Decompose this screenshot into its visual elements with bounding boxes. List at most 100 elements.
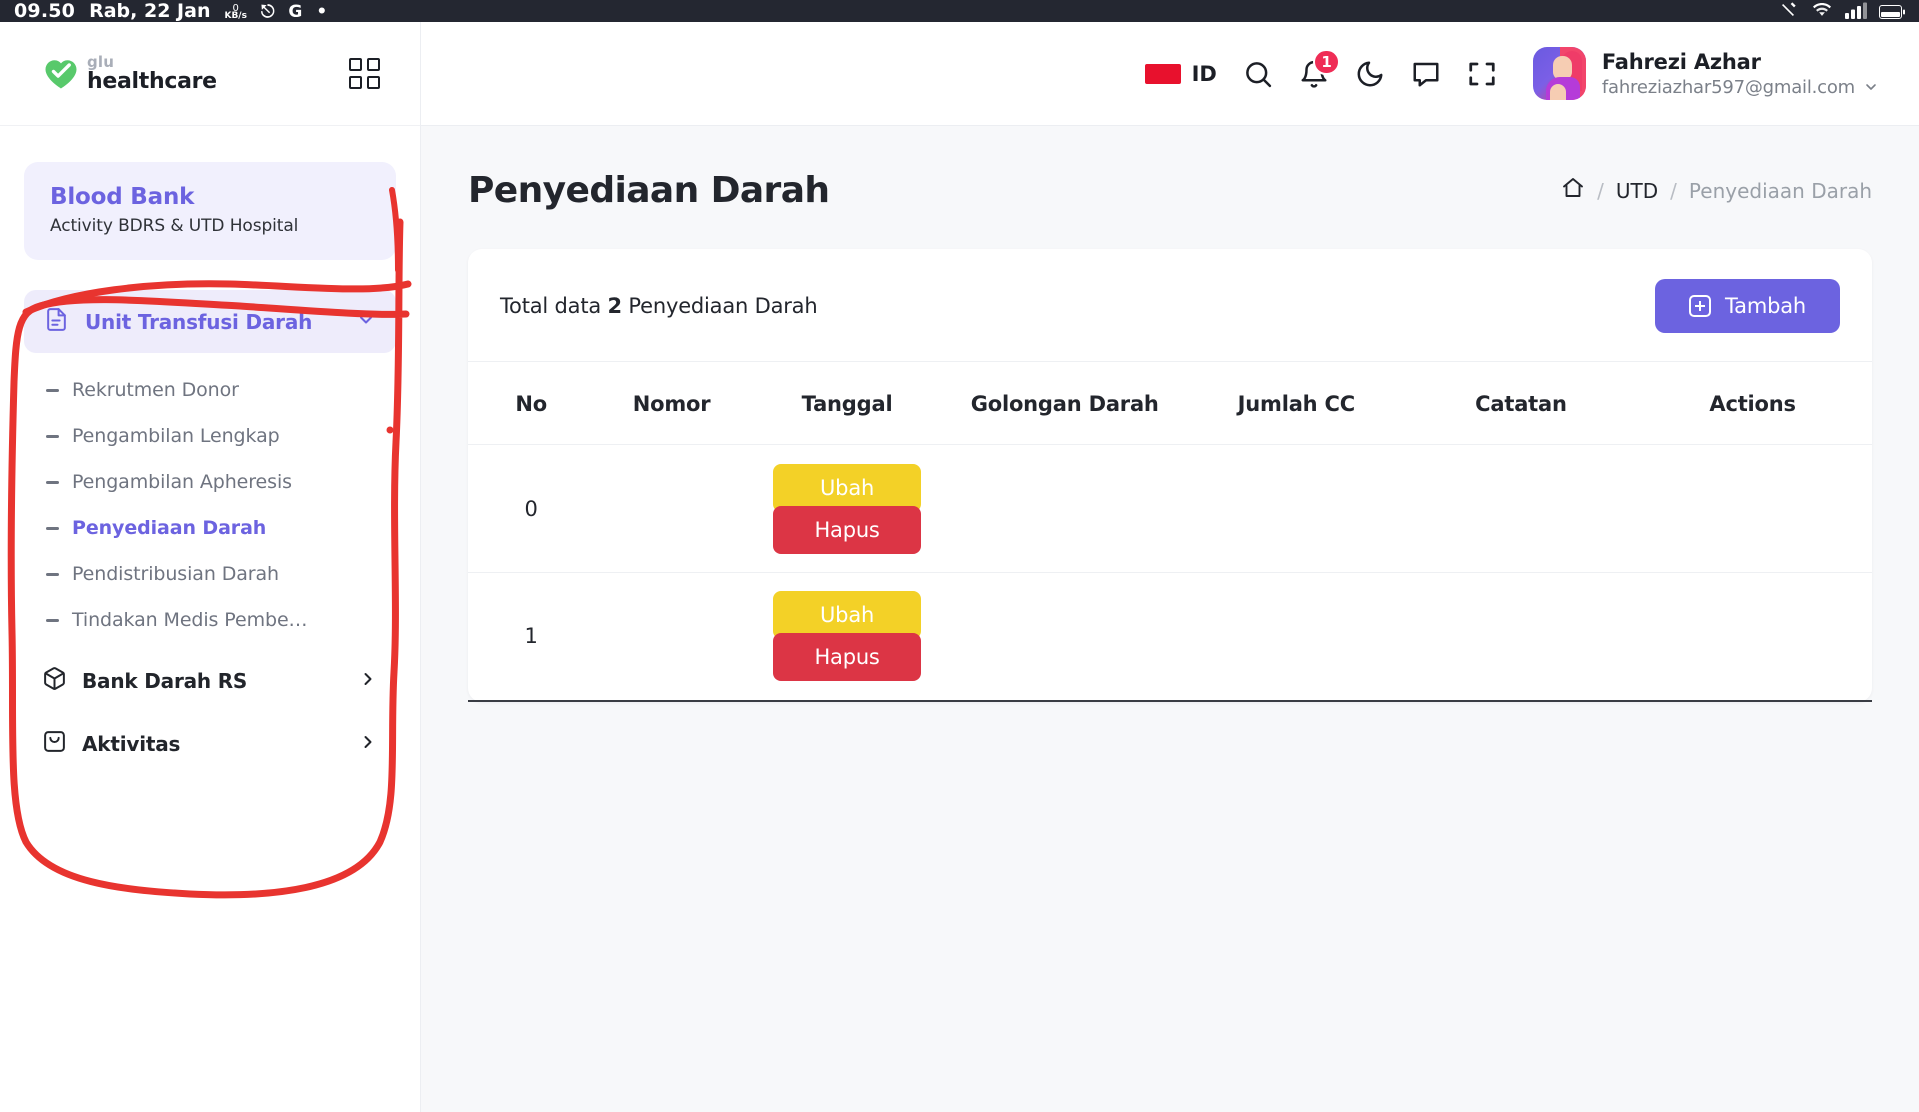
user-menu[interactable]: Fahrezi Azhar fahreziazhar597@gmail.com (1532, 47, 1879, 100)
grid-cell (349, 76, 362, 89)
brand-name-label: healthcare (87, 68, 217, 94)
sidebar-item-penyediaan-darah[interactable]: Penyediaan Darah (24, 505, 396, 551)
sidebar-item-bank-darah-rs[interactable]: Bank Darah RS (24, 649, 396, 712)
heart-check-icon (44, 58, 78, 90)
sidebar-group-unit-transfusi-darah[interactable]: Unit Transfusi Darah (24, 290, 396, 353)
cell-golongan-darah (945, 445, 1184, 573)
table-row[interactable]: 1 Ubah Hapus (468, 572, 1872, 701)
search-icon[interactable] (1243, 59, 1273, 89)
status-date: Rab, 22 Jan (89, 0, 211, 22)
cell-no: 0 (524, 496, 538, 521)
sidebar-item-pendistribusian-darah[interactable]: Pendistribusian Darah (24, 551, 396, 597)
google-icon: G (288, 2, 303, 22)
notification-badge: 1 (1313, 48, 1340, 75)
signal-icon (1845, 2, 1867, 19)
breadcrumb-separator: / (1670, 178, 1677, 203)
dash-icon (46, 434, 59, 438)
sidebar-item-label: Aktivitas (82, 731, 181, 756)
main-area: ID 1 Fahrezi Azhar fahreziazhar597@gmail… (421, 22, 1919, 1112)
user-name: Fahrezi Azhar (1601, 49, 1761, 74)
dash-icon (46, 480, 59, 484)
fullscreen-icon[interactable] (1467, 59, 1497, 89)
cell-nomor (594, 573, 748, 701)
sidebar-item-pengambilan-apheresis[interactable]: Pengambilan Apheresis (24, 459, 396, 505)
grid-cell (367, 76, 380, 89)
indonesia-flag-icon (1144, 63, 1181, 84)
col-golongan-darah: Golongan Darah (970, 392, 1159, 416)
cell-row-actions: Ubah Hapus (749, 445, 946, 573)
bell-icon[interactable]: 1 (1299, 48, 1340, 89)
chevron-down-icon[interactable] (356, 310, 376, 334)
sidebar-group-label: Unit Transfusi Darah (85, 309, 313, 334)
chevron-right-icon[interactable] (358, 732, 378, 756)
page-header: Penyediaan Darah / UTD / Penyediaan Dara… (468, 170, 1872, 211)
blood-bank-card[interactable]: Blood Bank Activity BDRS & UTD Hospital (24, 162, 396, 260)
row-action-stack: Ubah Hapus (773, 591, 922, 682)
sidebar-item-label: Pengambilan Lengkap (72, 425, 280, 447)
whatsapp-icon: ⎋ (260, 2, 275, 22)
avatar-arm (1549, 84, 1566, 100)
brand-small-label: glu (87, 52, 115, 71)
sidebar-item-label: Pengambilan Apheresis (72, 471, 292, 493)
table-row[interactable]: 0 Ubah Hapus (468, 444, 1872, 573)
user-email: fahreziazhar597@gmail.com (1601, 76, 1855, 98)
home-icon[interactable] (1561, 176, 1585, 205)
page-content: Penyediaan Darah / UTD / Penyediaan Dara… (421, 126, 1919, 1112)
box-icon (42, 666, 67, 695)
delete-button[interactable]: Hapus (773, 505, 922, 554)
col-jumlah-cc: Jumlah CC (1237, 392, 1356, 416)
chat-bubble-icon[interactable] (1411, 59, 1441, 89)
col-tanggal: Tanggal (801, 392, 893, 416)
cell-jumlah-cc (1184, 445, 1409, 573)
chevron-right-icon[interactable] (358, 669, 378, 693)
total-data-label: Total data 2 Penyediaan Darah (500, 294, 818, 318)
data-card: Total data 2 Penyediaan Darah Tambah No … (468, 249, 1872, 702)
sidebar: glu healthcare Blood Bank Activity BDRS … (0, 22, 421, 1112)
grid-apps-icon[interactable] (349, 58, 380, 89)
brand-logo[interactable]: glu healthcare (44, 52, 217, 94)
add-button[interactable]: Tambah (1655, 279, 1840, 333)
sidebar-item-aktivitas[interactable]: Aktivitas (24, 712, 396, 775)
table-head: No Nomor Tanggal Golongan Darah Jumlah C… (468, 362, 1872, 445)
sidebar-item-label: Bank Darah RS (82, 668, 248, 693)
total-count: 2 (607, 294, 623, 318)
delete-button[interactable]: Hapus (773, 633, 922, 682)
document-icon (44, 307, 69, 336)
total-suffix: Penyediaan Darah (628, 294, 818, 318)
add-button-label: Tambah (1725, 294, 1806, 318)
sidebar-item-pengambilan-lengkap[interactable]: Pengambilan Lengkap (24, 413, 396, 459)
breadcrumb-separator: / (1597, 178, 1604, 203)
inbox-icon (42, 729, 67, 758)
mute-icon (1779, 0, 1799, 19)
edit-button[interactable]: Ubah (773, 591, 922, 640)
col-nomor: Nomor (632, 392, 711, 416)
wifi-icon (1811, 1, 1833, 19)
cell-no: 1 (524, 624, 538, 649)
avatar (1532, 47, 1586, 100)
brand-text: glu healthcare (87, 52, 217, 94)
status-bar-left: 09.50 Rab, 22 Jan 0 KB/s ⎋ G • (14, 0, 327, 22)
language-switcher[interactable]: ID (1144, 61, 1217, 86)
plus-square-icon (1689, 295, 1711, 317)
moon-icon[interactable] (1355, 59, 1385, 89)
blood-bank-title: Blood Bank (50, 184, 195, 210)
breadcrumb-parent[interactable]: UTD (1616, 179, 1658, 203)
total-prefix: Total data (500, 294, 602, 318)
topbar-icon-group: ID 1 (1144, 48, 1497, 89)
table-body: 0 Ubah Hapus 1 Ubah Hapus (468, 444, 1872, 701)
dash-icon (46, 572, 59, 576)
cell-actions-empty (1633, 573, 1872, 701)
breadcrumb-current: Penyediaan Darah (1688, 178, 1872, 203)
sidebar-subnav: Rekrutmen Donor Pengambilan Lengkap Peng… (24, 353, 396, 649)
chevron-down-icon (1866, 84, 1876, 90)
cell-catatan (1409, 445, 1634, 573)
blood-bank-subtitle: Activity BDRS & UTD Hospital (50, 216, 299, 236)
network-speed-indicator: 0 KB/s (224, 4, 246, 21)
card-header: Total data 2 Penyediaan Darah Tambah (468, 249, 1872, 361)
sidebar-item-tindakan-medis[interactable]: Tindakan Medis Pembe… (24, 597, 396, 643)
edit-button[interactable]: Ubah (773, 463, 922, 512)
user-email-row: fahreziazhar597@gmail.com (1602, 77, 1879, 98)
dash-icon (46, 618, 59, 622)
language-label: ID (1191, 61, 1217, 86)
sidebar-item-rekrutmen-donor[interactable]: Rekrutmen Donor (24, 367, 396, 413)
